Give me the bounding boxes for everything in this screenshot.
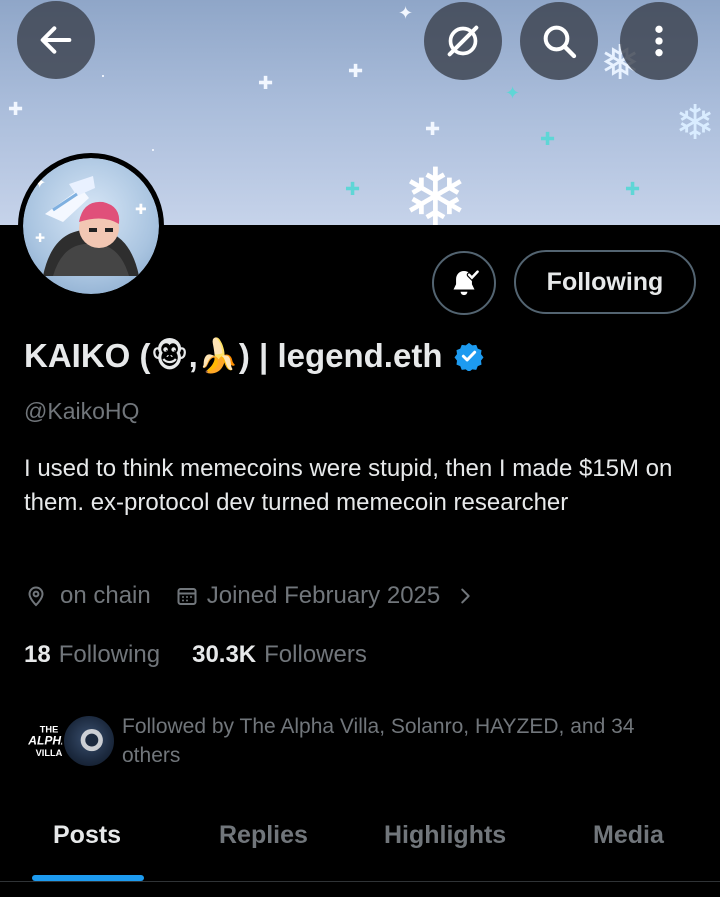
sparkle-decoration: ✚ [540,129,556,149]
svg-text:✚: ✚ [35,231,45,245]
tabs-divider [0,881,720,882]
profile-joined-date[interactable]: Joined February 2025 [207,582,440,610]
profile-location: on chain [60,582,151,609]
profile-meta-row: on chain Joined February 2025 [24,578,476,614]
display-name-row: KAIKO (🐵,🍌) | legend.eth [24,334,484,378]
following-count: 18 [24,641,51,668]
notifications-toggle-button[interactable] [432,251,496,315]
sparkle-decoration: ✦ [398,3,414,23]
bell-check-icon [453,269,481,296]
back-button[interactable] [17,1,95,79]
profile-tabs: Posts Replies Highlights Media [0,805,720,897]
profile-avatar[interactable]: ✦ ✚ ✚ [18,153,164,299]
tab-posts[interactable]: Posts [53,821,121,850]
svg-text:THE: THE [40,725,59,735]
sparkle-decoration: ✚ [425,119,441,139]
sparkle-decoration: ✦ [505,83,521,103]
profile-handle: @KaikoHQ [24,398,140,424]
verified-badge-icon[interactable] [454,341,484,371]
sparkle-decoration: ✚ [348,61,364,81]
sparkle-decoration: ✚ [8,99,24,119]
svg-text:✚: ✚ [135,202,147,218]
avatar-image: ✦ ✚ ✚ [23,158,159,294]
search-button[interactable] [520,2,598,80]
grok-button[interactable] [424,2,502,80]
tab-media[interactable]: Media [593,821,664,850]
sparkle-decoration: ✚ [625,179,641,199]
arrow-left-icon [40,26,72,54]
profile-bio: I used to think memecoins were stupid, t… [24,455,673,516]
tab-replies[interactable]: Replies [219,821,308,850]
sparkle-decoration: · [100,65,106,85]
following-button-label: Following [546,267,664,296]
sparkle-decoration: · [150,139,156,159]
following-count-link[interactable]: 18 Following [24,641,160,669]
follower-avatar-solanro [62,714,116,768]
followed-by-text: Followed by The Alpha Villa, Solanro, HA… [122,715,635,767]
display-name: KAIKO (🐵,🍌) | legend.eth [24,337,443,374]
avatar-artwork: ✦ ✚ ✚ [33,173,147,276]
more-options-button[interactable] [620,2,698,80]
svg-text:VILLA: VILLA [36,748,63,758]
follow-counts: 18 Following 30.3K Followers [24,637,367,673]
followed-by-row[interactable]: ALPHA VILLA THE Followed by The Alpha Vi… [22,712,702,772]
svg-text:✦: ✦ [33,173,46,192]
following-label: Following [58,641,161,668]
grok-icon [447,25,479,57]
followers-count: 30.3K [192,641,257,668]
snowflake-decoration: ❄ [402,153,470,226]
followers-label: Followers [264,641,367,668]
sparkle-decoration: ✚ [258,73,274,93]
following-button[interactable]: Following [514,250,696,314]
search-icon [543,25,577,59]
tab-highlights[interactable]: Highlights [384,821,506,850]
chevron-right-icon[interactable] [454,585,476,607]
solanro-avatar-art [80,728,103,752]
calendar-icon [177,588,197,605]
followers-count-link[interactable]: 30.3K Followers [192,641,367,669]
snowflake-decoration: ❄ [675,97,716,150]
more-vertical-icon [655,25,663,57]
location-pin-icon [28,586,44,607]
sparkle-decoration: ✚ [345,179,361,199]
